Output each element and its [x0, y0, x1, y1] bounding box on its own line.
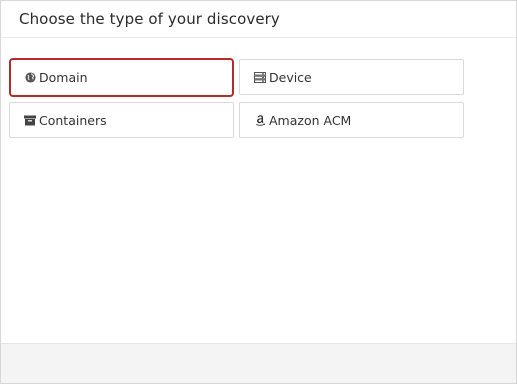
amazon-acm-option-label: Amazon ACM — [269, 112, 352, 128]
domain-option-label: Domain — [39, 70, 88, 85]
server-icon — [254, 71, 266, 83]
containers-option-label: Containers — [39, 112, 107, 128]
dialog-header: Choose the type of your discovery — [1, 1, 516, 38]
device-option-label: Device — [269, 69, 312, 85]
discovery-type-dialog: Choose the type of your discovery Domain — [0, 0, 517, 384]
dialog-title: Choose the type of your discovery — [19, 10, 280, 28]
amazon-icon — [254, 114, 266, 126]
dialog-body: Domain Device Containers Amazon ACM — [1, 38, 516, 344]
device-option-button[interactable]: Device — [239, 59, 464, 95]
domain-option-button[interactable]: Domain — [9, 58, 234, 97]
amazon-acm-option-button[interactable]: Amazon ACM — [239, 102, 464, 138]
archive-box-icon — [24, 114, 36, 126]
containers-option-button[interactable]: Containers — [9, 102, 234, 138]
globe-icon — [24, 72, 36, 84]
dialog-footer — [1, 343, 516, 383]
